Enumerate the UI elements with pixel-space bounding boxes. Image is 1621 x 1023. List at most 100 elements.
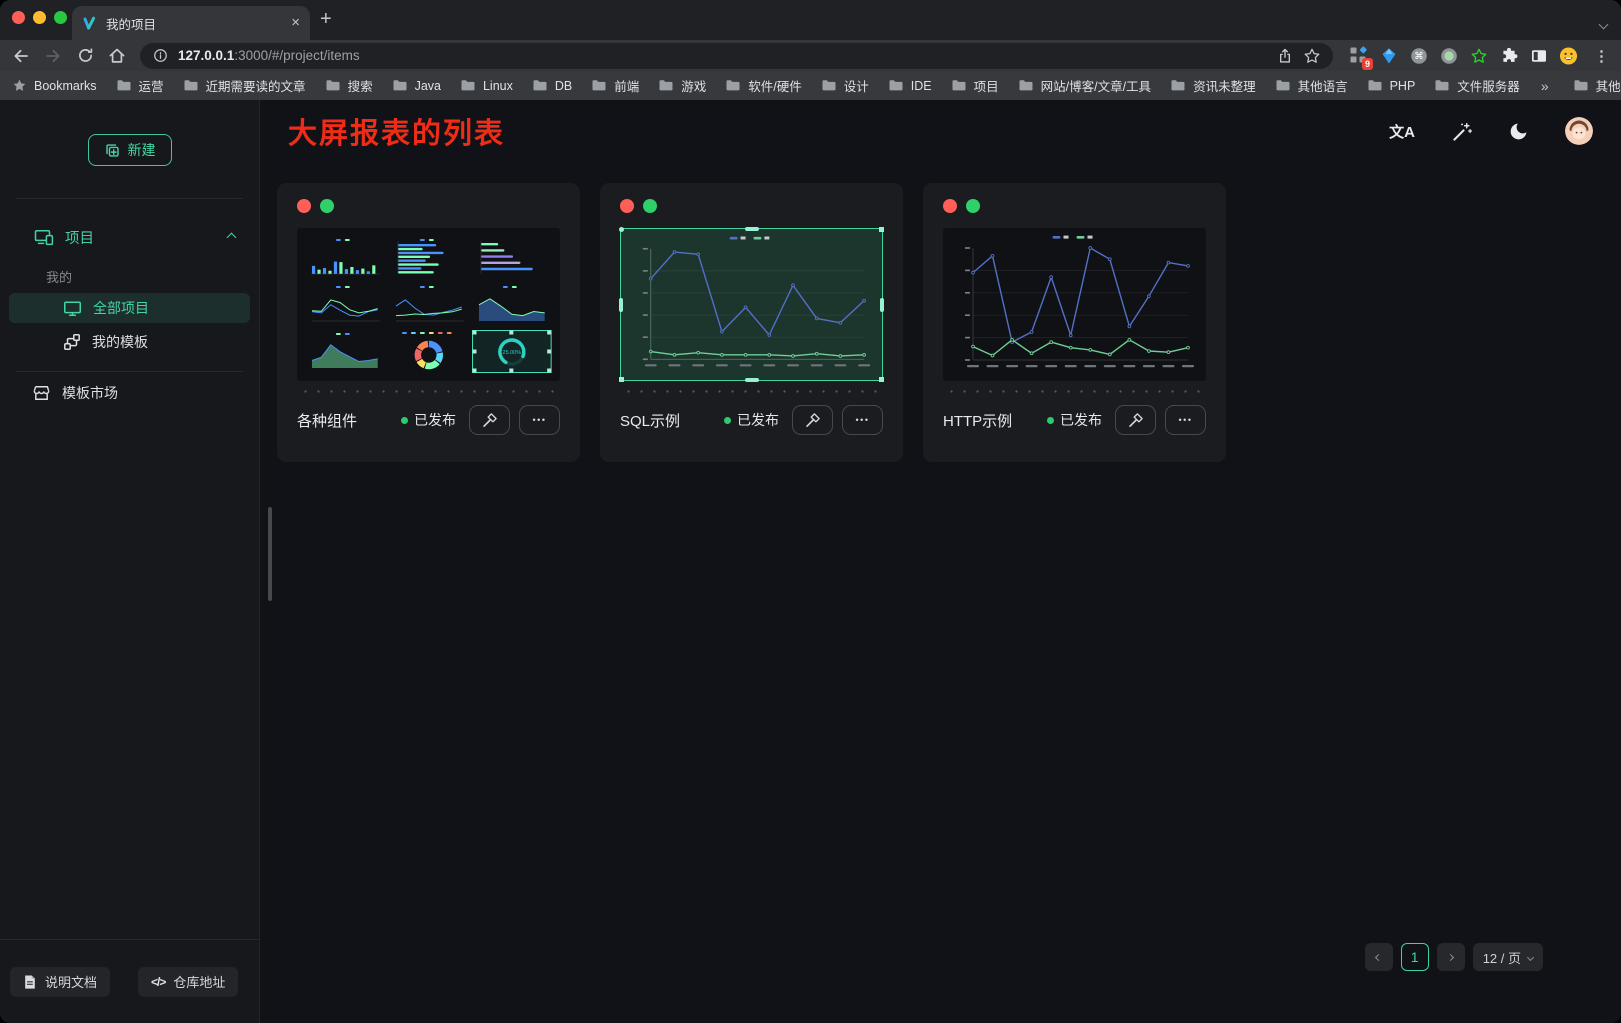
bookmark-folder[interactable]: 设计 [821,76,869,95]
ellipsis-icon: ••• [533,416,547,425]
green-star-extension-icon[interactable] [1469,46,1488,65]
page-title: 大屏报表的列表 [288,110,505,152]
project-name: HTTP示例 [943,410,1038,431]
folder-icon [591,79,607,92]
bookmark-folder[interactable]: 文件服务器 [1434,76,1520,95]
new-project-button[interactable]: 新建 [88,134,172,166]
page-size-select[interactable]: 12 / 页 [1473,943,1543,971]
edit-project-button[interactable] [1115,405,1156,435]
folder-icon [658,79,674,92]
bookmark-folder[interactable]: DB [532,79,572,93]
site-info-icon[interactable] [152,47,169,64]
language-icon[interactable]: 文A [1389,121,1415,142]
window-zoom-button[interactable] [54,11,67,24]
window-controls [12,11,67,24]
folder-icon [1170,79,1186,92]
red-dot-icon [297,199,311,213]
bookmarks-root[interactable]: Bookmarks [12,78,97,93]
gem-extension-icon[interactable] [1379,46,1398,65]
sidebar-item-my-templates[interactable]: 我的模板 [9,327,250,357]
reload-button[interactable] [72,43,98,69]
star-icon [12,78,27,93]
project-card[interactable]: SQL示例 已发布 ••• [600,183,903,462]
recorder-extension-icon[interactable] [1439,46,1458,65]
folder-icon [821,79,837,92]
side-panel-icon[interactable] [1529,46,1548,65]
extensions-puzzle-icon[interactable] [1499,46,1518,65]
next-page-button[interactable] [1437,943,1465,971]
project-card[interactable]: HTTP示例 已发布 ••• [923,183,1226,462]
extensions-area: 9 ⌘ [1349,46,1578,65]
bookmark-folder[interactable]: Linux [460,79,513,93]
window-close-button[interactable] [12,11,25,24]
tab-title: 我的项目 [106,14,282,33]
more-actions-button[interactable]: ••• [1165,405,1206,435]
bookmark-folder[interactable]: 网站/博客/文章/工具 [1018,76,1151,95]
bookmark-folder[interactable]: IDE [888,79,932,93]
bookmark-folder[interactable]: 软件/硬件 [725,76,801,95]
window-minimize-button[interactable] [33,11,46,24]
edit-project-button[interactable] [792,405,833,435]
chevron-down-icon [1527,953,1534,960]
green-dot-icon [966,199,980,213]
folder-icon [325,79,341,92]
browser-menu-icon[interactable]: ⋮ [1594,47,1609,65]
ellipsis-icon: ••• [1179,416,1193,425]
user-avatar[interactable] [1565,117,1593,145]
forward-button[interactable] [40,43,66,69]
more-actions-button[interactable]: ••• [842,405,883,435]
other-bookmarks-folder[interactable]: 其他书签 [1573,76,1621,95]
folder-icon [888,79,904,92]
command-extension-icon[interactable]: ⌘ [1409,46,1428,65]
bookmark-folder[interactable]: 资讯未整理 [1170,76,1256,95]
status-badge: 已发布 [401,410,456,430]
bookmark-folder[interactable]: 其他语言 [1275,76,1348,95]
sidebar-item-all-projects[interactable]: 全部项目 [9,293,250,323]
new-tab-button[interactable]: + [320,8,332,31]
bookmark-folder[interactable]: 游戏 [658,76,706,95]
current-page-button[interactable]: 1 [1401,943,1429,971]
back-button[interactable] [8,43,34,69]
profile-avatar-emoji-icon[interactable] [1559,46,1578,65]
bookmark-folder[interactable]: 近期需要读的文章 [183,76,306,95]
bookmark-folder[interactable]: 搜索 [325,76,373,95]
project-thumbnail[interactable] [620,228,883,381]
tab-close-icon[interactable]: × [291,16,300,30]
docs-button[interactable]: 说明文档 [10,967,110,997]
main-content: 大屏报表的列表 文A [260,100,1621,1023]
bookmark-folder[interactable]: 项目 [951,76,999,95]
card-window-dots [943,199,1206,213]
more-actions-button[interactable]: ••• [519,405,560,435]
prev-page-button[interactable] [1365,943,1393,971]
sidebar-section-projects[interactable]: 项目 [0,217,259,257]
ellipsis-icon: ••• [856,416,870,425]
browser-tab[interactable]: 我的项目 × [72,6,310,40]
bookmark-folder[interactable]: 运营 [116,76,164,95]
project-card[interactable]: 25.00% 各种组件 已发布 ••• [277,183,580,462]
edit-project-button[interactable] [469,405,510,435]
project-thumbnail[interactable] [943,228,1206,381]
repo-button[interactable]: </> 仓库地址 [138,967,238,997]
folder-icon [1018,79,1034,92]
bookmark-folder[interactable]: Java [392,79,441,93]
project-name: 各种组件 [297,410,392,431]
storefront-icon [32,384,51,402]
sidebar-item-template-market[interactable]: 模板市场 [9,376,250,410]
status-dot-icon [724,417,731,424]
share-icon[interactable] [1276,47,1294,65]
bookmark-star-icon[interactable] [1303,47,1321,65]
scrollbar-thumb[interactable] [268,507,272,601]
magic-wand-icon[interactable] [1451,121,1472,142]
tab-search-chevron-icon[interactable] [1600,15,1607,33]
bookmark-folder[interactable]: 前端 [591,76,639,95]
address-bar[interactable]: 127.0.0.1:3000/#/project/items [140,43,1333,69]
bookmark-folder[interactable]: PHP [1367,79,1416,93]
tab-manager-extension-icon[interactable]: 9 [1349,46,1368,65]
project-thumbnail[interactable]: 25.00% [297,228,560,381]
dark-mode-moon-icon[interactable] [1508,121,1529,142]
home-button[interactable] [104,43,130,69]
hammer-icon [1127,412,1144,429]
bookmarks-overflow-icon[interactable]: » [1541,78,1549,94]
svg-text:25.00%: 25.00% [503,350,522,356]
sidebar-divider [16,198,243,199]
